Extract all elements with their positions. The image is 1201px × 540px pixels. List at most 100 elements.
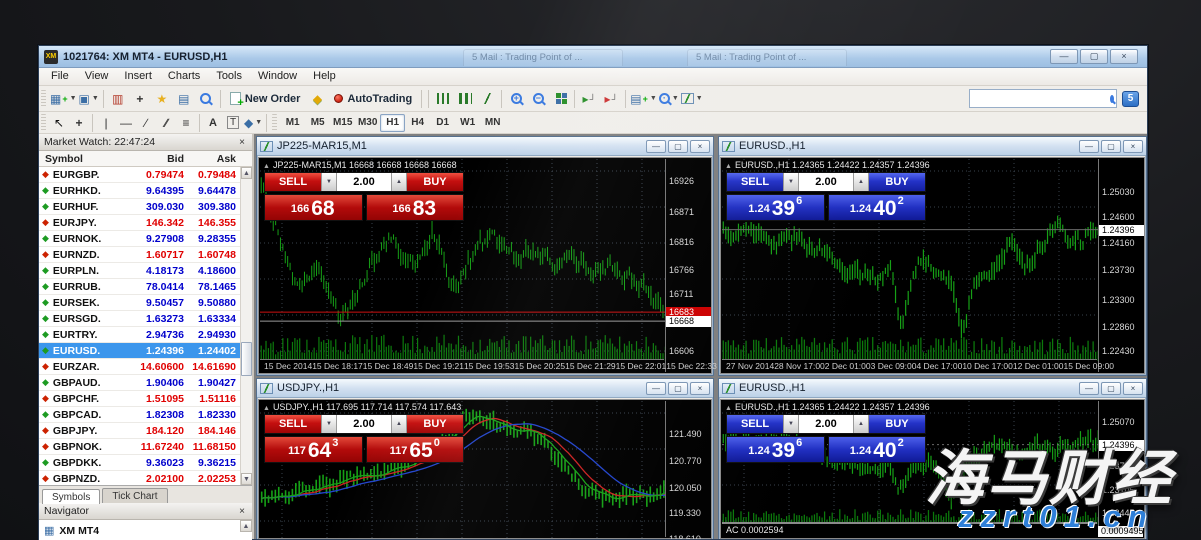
close-button[interactable]: × <box>1110 49 1138 64</box>
sell-button[interactable]: SELL <box>265 415 321 433</box>
chart-restore-button[interactable]: ▢ <box>1101 382 1121 395</box>
fibonacci-tool[interactable]: ≡ <box>176 114 196 132</box>
close-navigator-icon[interactable]: × <box>237 506 247 517</box>
chart-shift-button[interactable]: ▸┘ <box>600 89 622 109</box>
menu-help[interactable]: Help <box>305 69 344 84</box>
menu-charts[interactable]: Charts <box>160 69 208 84</box>
buy-price-panel[interactable]: 16683 <box>366 194 465 221</box>
cursor-tool[interactable]: ↖ <box>49 114 69 132</box>
volume-input[interactable]: 2.00 <box>799 173 853 191</box>
market-watch-row[interactable]: ◆EURHUF.309.030309.380 <box>39 199 252 215</box>
chart-area[interactable]: ▲JP225-MAR15,M1 16668 16668 16668 16668 … <box>258 157 712 374</box>
market-watch-scrollbar[interactable]: ▲▼ <box>240 167 252 485</box>
chart-area[interactable]: ▲USDJPY.,H1 117.695 117.714 117.574 117.… <box>258 399 712 539</box>
market-watch-row[interactable]: ◆EURHKD.9.643959.64478 <box>39 183 252 199</box>
toolbar-grip[interactable] <box>272 114 277 132</box>
volume-input[interactable]: 2.00 <box>799 415 853 433</box>
navigator-scroll-up[interactable]: ▲ <box>240 520 252 532</box>
timeframe-mn[interactable]: MN <box>480 114 505 132</box>
volume-increase-button[interactable]: ▲ <box>391 415 407 433</box>
crosshair-tool[interactable]: + <box>69 114 89 132</box>
restore-button[interactable]: ▢ <box>1080 49 1108 64</box>
volume-input[interactable]: 2.00 <box>337 173 391 191</box>
sell-button[interactable]: SELL <box>265 173 321 191</box>
volume-input[interactable]: 2.00 <box>337 415 391 433</box>
scroll-down-icon[interactable]: ▼ <box>241 473 252 485</box>
chart-restore-button[interactable]: ▢ <box>668 382 688 395</box>
timeframe-d1[interactable]: D1 <box>430 114 455 132</box>
strategy-tester-toggle[interactable] <box>195 89 217 109</box>
data-window-toggle[interactable]: + <box>129 89 151 109</box>
buy-button[interactable]: BUY <box>407 173 463 191</box>
buy-price-panel[interactable]: 117650 <box>366 436 465 463</box>
chart-titlebar[interactable]: EURUSD.,H1 — ▢ × <box>719 379 1146 398</box>
templates-dropdown[interactable]: ▼ <box>680 89 704 109</box>
market-watch-row[interactable]: ◆EURGBP.0.794740.79484 <box>39 167 252 183</box>
timeframe-m5[interactable]: M5 <box>305 114 330 132</box>
market-watch-row[interactable]: ◆GBPCAD.1.823081.82330 <box>39 407 252 423</box>
metaeditor-button[interactable]: ◆ <box>306 89 328 109</box>
sell-price-panel[interactable]: 117643 <box>264 436 363 463</box>
horizontal-line-tool[interactable]: — <box>116 114 136 132</box>
tab-symbols[interactable]: Symbols <box>42 489 100 504</box>
market-watch-row[interactable]: ◆GBPNOK.11.6724011.68150 <box>39 439 252 455</box>
market-watch-header[interactable]: Market Watch: 22:47:24 × <box>39 134 252 151</box>
buy-price-panel[interactable]: 1.24402 <box>828 194 927 221</box>
market-watch-row[interactable]: ◆EURSEK.9.504579.50880 <box>39 295 252 311</box>
market-watch-row[interactable]: ◆GBPNZD.2.021002.02253 <box>39 471 252 485</box>
market-watch-row[interactable]: ◆GBPAUD.1.904061.90427 <box>39 375 252 391</box>
navigator-header[interactable]: Navigator × <box>39 503 252 520</box>
column-bid[interactable]: Bid <box>124 153 184 165</box>
chart-close-button[interactable]: × <box>1123 140 1143 153</box>
volume-increase-button[interactable]: ▲ <box>853 415 869 433</box>
chart-close-button[interactable]: × <box>1123 382 1143 395</box>
buy-button[interactable]: BUY <box>407 415 463 433</box>
text-tool[interactable]: A <box>203 114 223 132</box>
mql5-community-button[interactable]: 5 <box>1122 91 1139 107</box>
sell-button[interactable]: SELL <box>727 173 783 191</box>
timeframe-h4[interactable]: H4 <box>405 114 430 132</box>
volume-decrease-button[interactable]: ▼ <box>321 415 337 433</box>
timeframe-m15[interactable]: M15 <box>330 114 355 132</box>
sell-price-panel[interactable]: 1.24396 <box>726 194 825 221</box>
menu-tools[interactable]: Tools <box>208 69 250 84</box>
chart-titlebar[interactable]: JP225-MAR15,M1 — ▢ × <box>257 137 713 156</box>
market-watch-row[interactable]: ◆GBPCHF.1.510951.51116 <box>39 391 252 407</box>
autotrading-button[interactable]: AutoTrading <box>328 89 418 109</box>
timeframe-h1[interactable]: H1 <box>380 114 405 132</box>
chart-minimize-button[interactable]: — <box>646 382 666 395</box>
market-watch-toggle[interactable]: ▥ <box>107 89 129 109</box>
toolbar-grip[interactable] <box>41 114 46 132</box>
menu-window[interactable]: Window <box>250 69 305 84</box>
market-watch-row[interactable]: ◆EURPLN.4.181734.18600 <box>39 263 252 279</box>
shapes-dropdown[interactable]: ◆▼ <box>243 114 263 132</box>
chart-close-button[interactable]: × <box>690 382 710 395</box>
search-input[interactable] <box>970 91 1110 106</box>
minimize-button[interactable]: — <box>1050 49 1078 64</box>
scroll-thumb[interactable] <box>241 342 252 376</box>
tab-tick-chart[interactable]: Tick Chart <box>102 488 167 503</box>
volume-decrease-button[interactable]: ▼ <box>321 173 337 191</box>
menu-view[interactable]: View <box>77 69 117 84</box>
auto-scroll-button[interactable]: ▸┘ <box>578 89 600 109</box>
market-watch-row[interactable]: ◆GBPJPY.184.120184.146 <box>39 423 252 439</box>
menu-file[interactable]: File <box>43 69 77 84</box>
volume-increase-button[interactable]: ▲ <box>853 173 869 191</box>
timeframe-w1[interactable]: W1 <box>455 114 480 132</box>
buy-button[interactable]: BUY <box>869 415 925 433</box>
chart-restore-button[interactable]: ▢ <box>1101 140 1121 153</box>
volume-decrease-button[interactable]: ▼ <box>783 415 799 433</box>
chart-minimize-button[interactable]: — <box>646 140 666 153</box>
sell-button[interactable]: SELL <box>727 415 783 433</box>
scroll-up-icon[interactable]: ▲ <box>241 167 252 179</box>
chart-area[interactable]: ▲EURUSD.,H1 1.24365 1.24422 1.24357 1.24… <box>720 157 1145 374</box>
indicators-dropdown[interactable]: ▤+▼ <box>629 89 658 109</box>
market-watch-row[interactable]: ◆EURJPY.146.342146.355 <box>39 215 252 231</box>
chart-titlebar[interactable]: EURUSD.,H1 — ▢ × <box>719 137 1146 156</box>
column-symbol[interactable]: Symbol <box>39 153 124 165</box>
market-watch-row[interactable]: ◆EURUSD.1.243961.24402 <box>39 343 252 359</box>
zoom-in-button[interactable]: + <box>505 89 527 109</box>
chart-minimize-button[interactable]: — <box>1079 382 1099 395</box>
menu-insert[interactable]: Insert <box>116 69 160 84</box>
close-market-watch-icon[interactable]: × <box>237 137 247 148</box>
